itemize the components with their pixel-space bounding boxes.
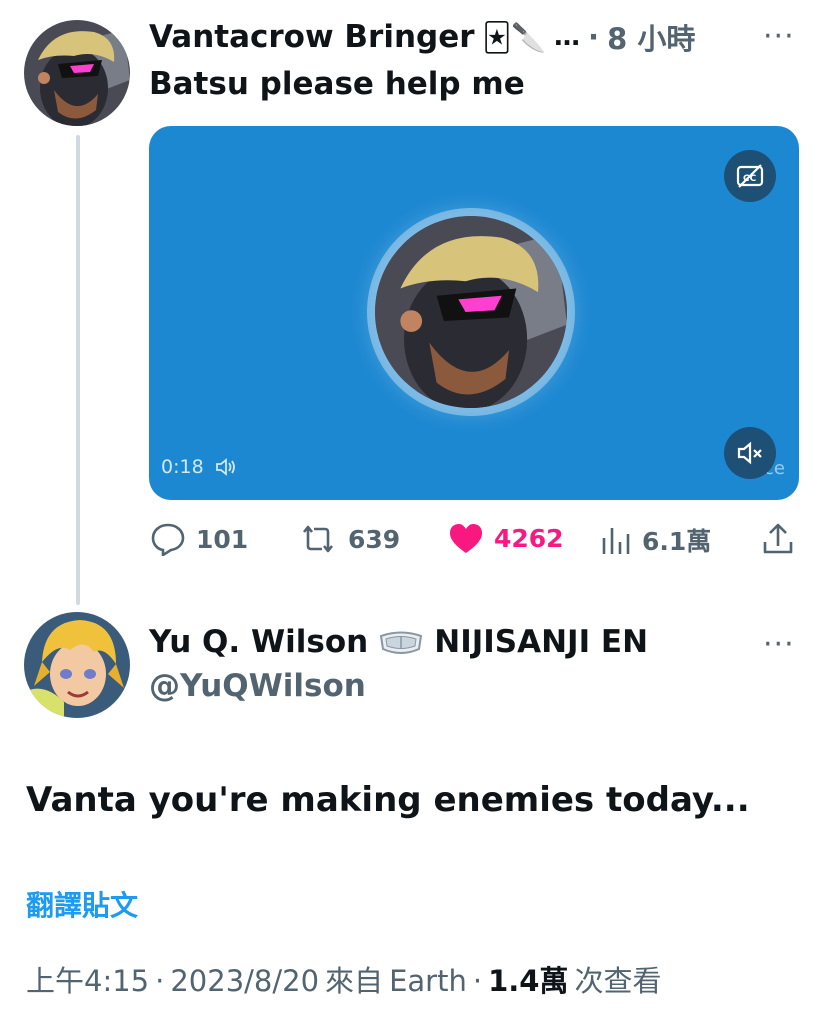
meta-separator: · <box>472 964 483 998</box>
views-chart-icon <box>602 528 630 554</box>
name-ellipsis: … <box>554 22 581 52</box>
captions-off-icon[interactable]: CC <box>724 150 776 202</box>
playback-info: 0:18 <box>161 456 238 478</box>
voice-media-player[interactable]: CC 0:18 Voice <box>149 126 799 500</box>
thread-line <box>76 135 80 605</box>
tweet-metadata: 上午4:15 · 2023/8/20 來自 Earth · 1.4萬 次查看 <box>26 958 661 1000</box>
author-handle[interactable]: @YuQWilson <box>149 668 366 704</box>
translate-post-link[interactable]: 翻譯貼文 <box>26 884 138 924</box>
tweet2-header: Yu Q. Wilson NIJISANJI EN <box>149 624 648 660</box>
more-options-button[interactable]: ··· <box>763 22 795 52</box>
goggles-icon <box>380 631 423 654</box>
time-separator: · <box>588 20 600 54</box>
heart-icon <box>450 524 482 553</box>
meta-separator: · <box>155 964 165 998</box>
author-org: NIJISANJI EN <box>434 624 649 660</box>
reply-icon <box>151 523 185 556</box>
tweet-text: Vanta you're making enemies today... <box>26 780 750 820</box>
reply-button[interactable]: 101 <box>150 522 248 556</box>
retweet-icon <box>302 525 334 553</box>
views-button[interactable]: 6.1萬 <box>600 522 711 558</box>
more-options-button[interactable]: ··· <box>763 630 795 660</box>
tweet-text: Batsu please help me <box>149 66 525 102</box>
post-time[interactable]: 上午4:15 <box>26 958 149 1000</box>
duration: 0:18 <box>161 456 204 478</box>
muted-speaker-icon[interactable] <box>724 427 776 479</box>
post-date[interactable]: 2023/8/20 <box>170 964 319 998</box>
source-prefix: 來自 <box>325 964 384 998</box>
like-button[interactable]: 4262 <box>448 522 564 554</box>
author-name[interactable]: Vantacrow Bringer <box>149 19 475 55</box>
post-source: Earth <box>389 964 467 998</box>
voice-avatar <box>375 216 567 408</box>
avatar-vantacrow[interactable] <box>24 20 130 126</box>
tweet1-header: Vantacrow Bringer 🃏🔪 … · 8 小時 <box>149 16 695 58</box>
like-count: 4262 <box>494 523 564 553</box>
emoji-badges: 🃏🔪 <box>482 20 547 54</box>
reply-count: 101 <box>196 524 249 554</box>
views-count: 6.1萬 <box>642 527 712 556</box>
share-icon[interactable] <box>762 522 794 560</box>
tweet-time[interactable]: 8 小時 <box>607 16 695 58</box>
author-name[interactable]: Yu Q. Wilson <box>149 624 368 660</box>
avatar-yuqwilson[interactable] <box>24 612 130 718</box>
retweet-count: 639 <box>348 524 401 554</box>
retweet-button[interactable]: 639 <box>298 522 400 556</box>
post-views-label: 次查看 <box>574 964 662 998</box>
post-views-count: 1.4萬 <box>488 964 569 998</box>
speaker-icon <box>215 458 235 476</box>
